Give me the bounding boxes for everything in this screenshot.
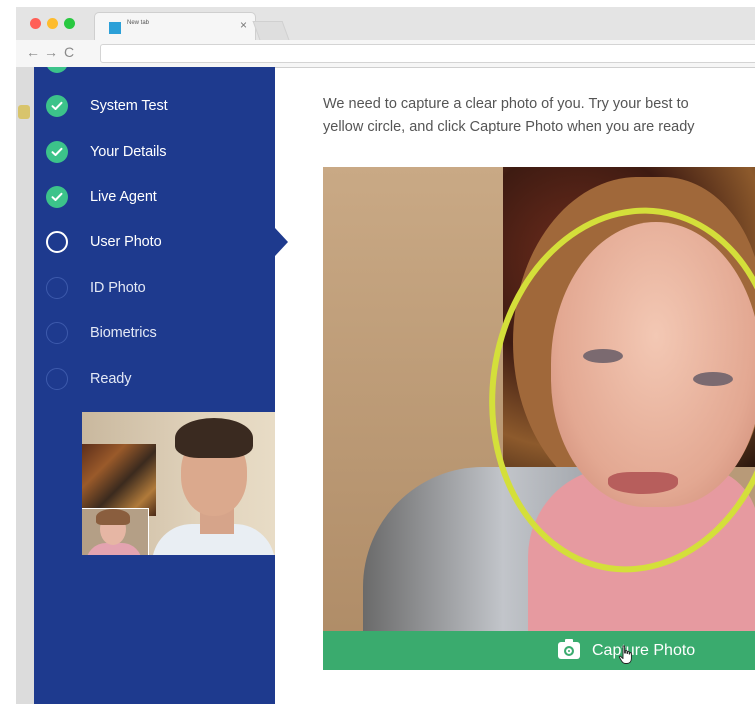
tab-title: New tab (127, 20, 150, 26)
current-step-pointer-icon (275, 228, 288, 256)
step-ready[interactable]: Ready (46, 366, 236, 392)
step-your-details[interactable]: Your Details (46, 139, 236, 165)
browser-toolbar: ← → C (16, 40, 755, 67)
capture-photo-button[interactable]: Capture Photo (323, 631, 755, 670)
reload-icon[interactable]: C (64, 45, 74, 59)
tab-close-icon[interactable]: × (240, 19, 247, 31)
forward-arrow-icon[interactable]: → (44, 45, 58, 59)
capture-photo-label: Capture Photo (592, 641, 696, 659)
step-live-agent[interactable]: Live Agent (46, 184, 236, 210)
step-id-photo[interactable]: ID Photo (46, 275, 236, 301)
check-icon (46, 141, 68, 163)
pending-step-circle-icon (46, 368, 68, 390)
step-biometrics[interactable]: Biometrics (46, 320, 236, 346)
instructions-line-1: We need to capture a clear photo of you.… (323, 96, 689, 112)
close-window-button[interactable] (30, 18, 41, 29)
new-tab-button[interactable] (252, 21, 290, 40)
check-icon (46, 186, 68, 208)
camera-preview (323, 167, 755, 631)
current-step-circle-icon (46, 231, 68, 253)
instructions-line-2: yellow circle, and click Capture Photo w… (323, 119, 695, 135)
step-label: Your Details (90, 144, 167, 160)
partial-step-check-icon (46, 67, 68, 73)
background-dot (18, 105, 30, 119)
photo-instructions: We need to capture a clear photo of you.… (323, 93, 755, 139)
pending-step-circle-icon (46, 322, 68, 344)
address-bar[interactable] (100, 44, 755, 63)
camera-icon (558, 639, 580, 659)
pending-step-circle-icon (46, 277, 68, 299)
step-system-test[interactable]: System Test (46, 93, 236, 119)
self-view-pip (82, 508, 149, 555)
minimize-window-button[interactable] (47, 18, 58, 29)
hand-cursor-icon (618, 645, 632, 664)
tab-strip: New tab × (16, 7, 755, 41)
background-page-strip (16, 67, 34, 704)
step-label: Live Agent (90, 189, 157, 205)
maximize-window-button[interactable] (64, 18, 75, 29)
browser-tab[interactable]: New tab × (94, 12, 256, 41)
browser-window-chrome: New tab × ← → C (16, 7, 755, 68)
check-icon (46, 95, 68, 117)
back-arrow-icon[interactable]: ← (26, 45, 40, 59)
background-painting (82, 444, 156, 516)
step-label: User Photo (90, 234, 162, 250)
step-label: System Test (90, 98, 168, 114)
step-label: Ready (90, 371, 132, 387)
step-label: ID Photo (90, 280, 146, 296)
step-label: Biometrics (90, 325, 157, 341)
step-user-photo[interactable]: User Photo (46, 229, 236, 255)
favicon-icon (109, 22, 121, 34)
agent-video-feed (82, 412, 275, 555)
